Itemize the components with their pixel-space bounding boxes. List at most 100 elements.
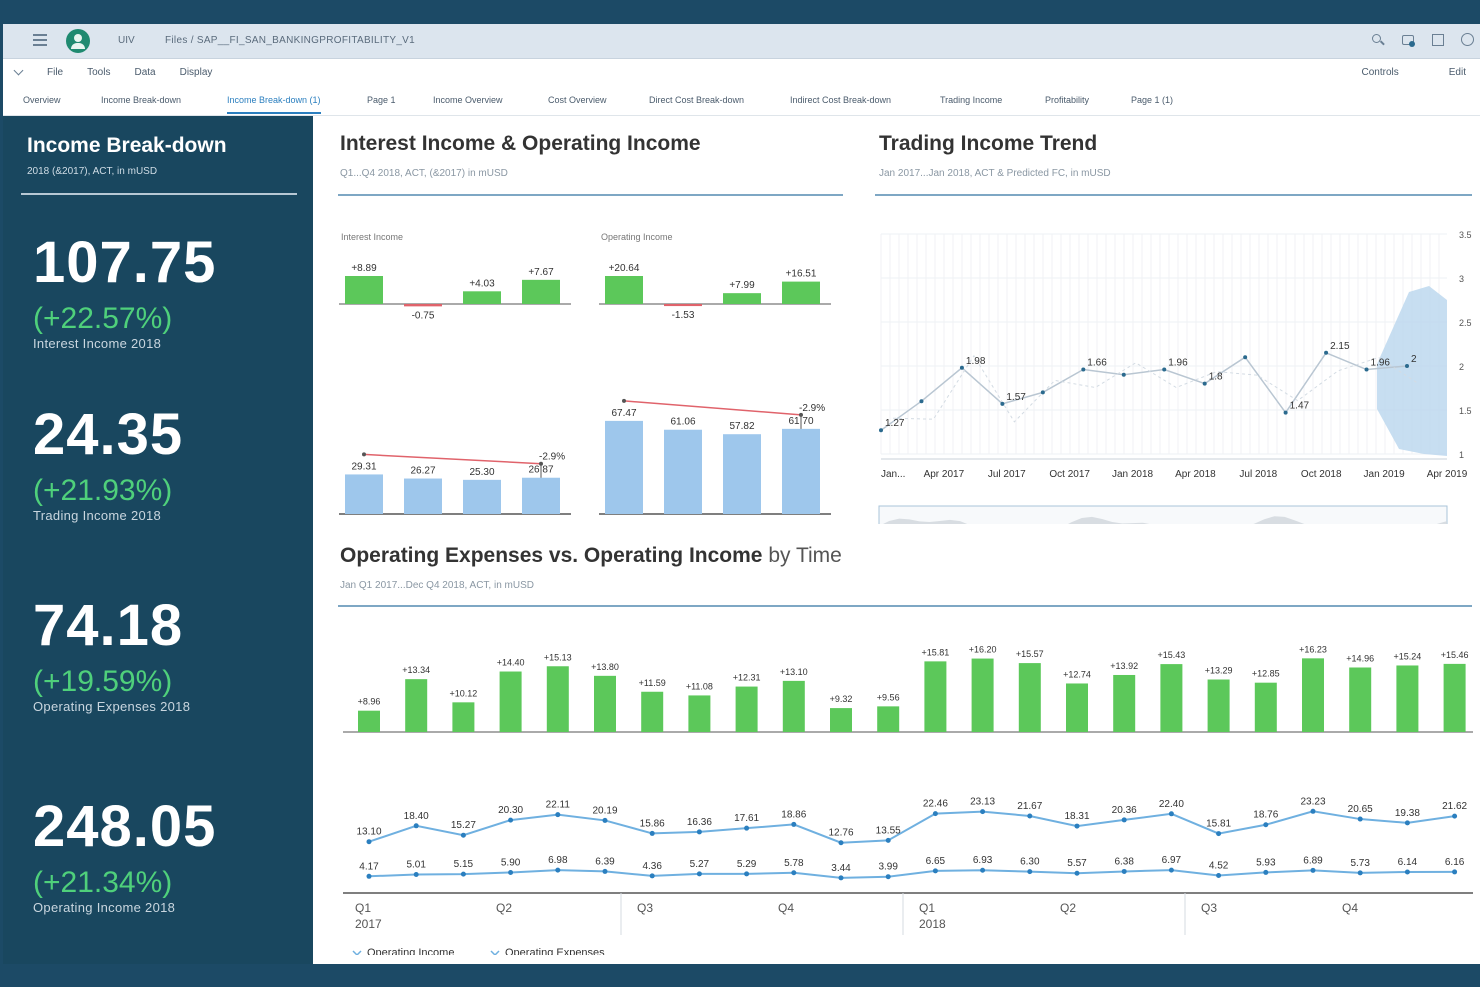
trend-point xyxy=(1364,367,1369,372)
x-tick-label: Oct 2017 xyxy=(1049,469,1090,480)
operating-variance-label: +7.99 xyxy=(729,280,755,291)
kpi-value: 24.35 xyxy=(33,402,184,467)
operating-income-point xyxy=(1357,816,1363,822)
tab-cost-overview[interactable]: Cost Overview xyxy=(548,95,607,105)
operating-expenses-point xyxy=(602,868,608,874)
operating-income-point xyxy=(1168,811,1174,817)
opex-vs-income-chart[interactable]: +8.96 +13.34 +10.12 +14.40 +15.13 +13.80 +11.5… xyxy=(333,610,1480,955)
operating-expenses-point xyxy=(1310,867,1316,873)
app-name[interactable]: UIV xyxy=(118,35,135,46)
interest-operating-chart[interactable]: Interest Income +8.89 -0.75 +4.03 +7.67 29.31… xyxy=(333,198,853,518)
y-tick-label: 2.5 xyxy=(1459,318,1472,328)
operating-expenses-label: 6.39 xyxy=(595,856,615,867)
operating-expenses-point xyxy=(932,868,938,874)
trend-point xyxy=(879,428,883,433)
page-tabs: Overview Income Break-down Income Break-… xyxy=(3,87,1480,116)
quarter-label: Q3 xyxy=(637,901,653,915)
variance-bar xyxy=(782,680,805,732)
menu-icon[interactable] xyxy=(33,34,47,46)
share-icon[interactable] xyxy=(1430,32,1446,48)
variance-label: +13.29 xyxy=(1205,666,1233,676)
operating-expenses-label: 5.27 xyxy=(690,859,710,870)
operating-expenses-point xyxy=(508,870,514,875)
operating-expenses-label: 6.97 xyxy=(1162,855,1182,866)
operating-variance-bar xyxy=(782,281,820,304)
kpi-operating-income[interactable]: 248.05 (+21.34%) Operating Income 2018 xyxy=(33,798,216,916)
year-label: 2018 xyxy=(919,917,946,931)
x-tick-label: Jul 2017 xyxy=(988,469,1026,480)
tab-direct-cost[interactable]: Direct Cost Break-down xyxy=(649,95,744,105)
avatar[interactable] xyxy=(66,29,90,53)
tab-overview[interactable]: Overview xyxy=(23,95,61,105)
operating-income-point xyxy=(1027,813,1033,819)
kpi-panel: Income Break-down 2018 (&2017), ACT, in … xyxy=(3,116,313,964)
chevron-down-icon[interactable] xyxy=(13,65,24,76)
x-tick-label: Apr 2019 xyxy=(1427,469,1468,480)
operating-variance-label: -1.53 xyxy=(672,310,695,321)
trading-income-trend-chart[interactable]: 3.5 3 2.5 2 1.5 1 1.27 1.98 1.57 1.66 1.96 1.8 1.47 2… xyxy=(869,204,1479,524)
operating-expenses-line xyxy=(368,869,1455,879)
tab-trading-income[interactable]: Trading Income xyxy=(940,95,1002,105)
variance-bar xyxy=(452,702,475,732)
variance-bar xyxy=(1018,663,1041,732)
kpi-label: Operating Expenses 2018 xyxy=(33,699,191,714)
opex-chart-title: Operating Expenses vs. Operating Income … xyxy=(340,544,842,568)
operating-income-label: 15.86 xyxy=(640,818,665,829)
range-navigator xyxy=(878,505,1448,524)
operating-expenses-label: 6.30 xyxy=(1020,857,1040,868)
help-icon[interactable] xyxy=(1460,32,1476,48)
interest-chart-subtitle: Q1...Q4 2018, ACT, (&2017) in mUSD xyxy=(340,168,508,179)
trend-point-label: 1.27 xyxy=(885,418,905,429)
app-window: UIV Files / SAP__FI_SAN_BANKINGPROFITABI… xyxy=(3,24,1480,964)
kpi-interest-income[interactable]: 107.75 (+22.57%) Interest Income 2018 xyxy=(33,234,216,352)
operating-income-point xyxy=(413,823,419,829)
operating-income-point xyxy=(366,839,372,845)
variance-label: +16.23 xyxy=(1299,644,1327,654)
legend-label: Operating Expenses xyxy=(505,947,605,955)
kpi-operating-expenses[interactable]: 74.18 (+19.59%) Operating Expenses 2018 xyxy=(33,597,191,715)
shell-bar: UIV Files / SAP__FI_SAN_BANKINGPROFITABI… xyxy=(3,24,1480,59)
operating-income-point xyxy=(1074,823,1080,829)
operating-income-point xyxy=(744,825,750,831)
breadcrumb[interactable]: Files / SAP__FI_SAN_BANKINGPROFITABILITY… xyxy=(165,35,415,46)
tab-income-breakdown[interactable]: Income Break-down xyxy=(101,95,181,105)
menu-display[interactable]: Display xyxy=(180,67,213,78)
tab-indirect-cost[interactable]: Indirect Cost Break-down xyxy=(790,95,891,105)
edit-button[interactable]: Edit xyxy=(1449,67,1466,78)
y-tick-label: 1 xyxy=(1459,450,1464,460)
controls-button[interactable]: Controls xyxy=(1362,67,1399,78)
variance-label: +9.32 xyxy=(830,694,853,704)
interest-trend-label: -2.9% xyxy=(539,452,565,463)
variance-label: +10.12 xyxy=(450,688,478,698)
trend-point-label: 2.15 xyxy=(1330,341,1350,352)
kpi-trading-income[interactable]: 24.35 (+21.93%) Trading Income 2018 xyxy=(33,402,184,524)
operating-income-label: 22.11 xyxy=(546,800,571,811)
tab-page-1[interactable]: Page 1 xyxy=(367,95,396,105)
kpi-change: (+22.57%) xyxy=(33,302,173,335)
operating-expenses-label: 5.73 xyxy=(1350,858,1370,869)
notification-icon[interactable] xyxy=(1400,32,1416,48)
interest-value-bar xyxy=(404,478,442,514)
operating-expenses-label: 6.89 xyxy=(1303,855,1323,866)
year-label: 2017 xyxy=(355,917,382,931)
operating-income-label: 15.81 xyxy=(1206,819,1231,830)
tab-income-breakdown-1[interactable]: Income Break-down (1) xyxy=(227,95,321,114)
variance-label: +12.74 xyxy=(1063,669,1091,679)
search-icon[interactable] xyxy=(1370,32,1386,48)
tab-profitability[interactable]: Profitability xyxy=(1045,95,1089,105)
trend-point xyxy=(1121,372,1126,377)
tab-page-1-1[interactable]: Page 1 (1) xyxy=(1131,95,1173,105)
trend-point xyxy=(1405,364,1409,368)
operating-expenses-label: 5.29 xyxy=(737,859,757,870)
y-tick-label: 3.5 xyxy=(1459,230,1472,240)
operating-expenses-point xyxy=(696,871,702,877)
variance-label: +9.56 xyxy=(877,692,900,702)
variance-label: +15.46 xyxy=(1441,650,1469,660)
tab-income-overview[interactable]: Income Overview xyxy=(433,95,503,105)
operating-expenses-point xyxy=(413,871,419,877)
menu-tools[interactable]: Tools xyxy=(87,67,110,78)
menu-file[interactable]: File xyxy=(47,67,63,78)
menu-data[interactable]: Data xyxy=(134,67,155,78)
operating-expenses-label: 5.15 xyxy=(454,859,474,870)
operating-income-point xyxy=(555,812,561,818)
